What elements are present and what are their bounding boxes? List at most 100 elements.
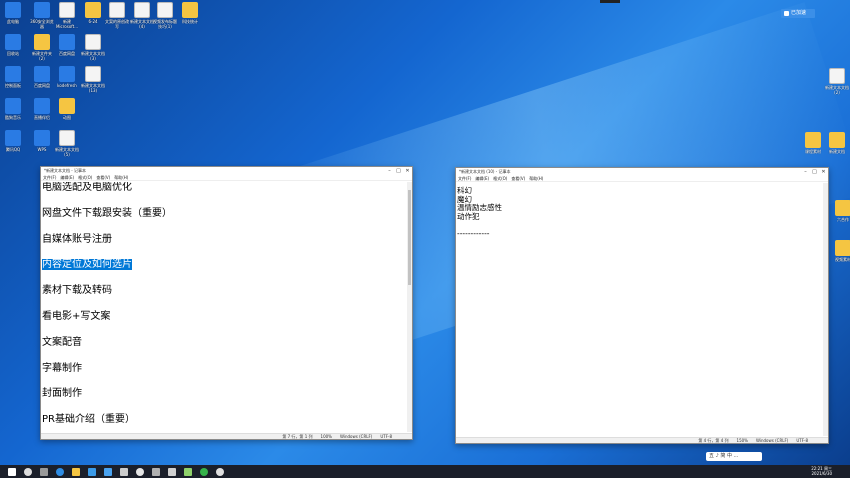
desktop-icon[interactable]: 新建文档 — [824, 132, 850, 154]
app-icon — [5, 2, 21, 18]
explorer-icon[interactable] — [72, 467, 80, 476]
desktop-icon[interactable]: 6-24 — [80, 2, 106, 24]
text-line: 封面制作 — [42, 388, 407, 414]
app-icon[interactable] — [184, 467, 192, 476]
desktop-icon[interactable]: 视频素材 — [830, 240, 850, 262]
menu-item[interactable]: 文件(F) — [458, 176, 471, 181]
desktop-icon[interactable]: 文案的原创改写 — [104, 2, 130, 29]
desktop-icon-label: 回收站 — [7, 51, 19, 56]
text-line: 电脑选配及电脑优化 — [42, 182, 407, 208]
system-clock[interactable]: 22:21 周三 2021/6/30 — [811, 466, 832, 476]
close-icon[interactable]: ✕ — [403, 168, 412, 174]
menu-item[interactable]: 查看(V) — [96, 175, 110, 180]
menu-item[interactable]: 文件(F) — [43, 175, 56, 180]
app-icon — [34, 98, 50, 114]
text-editor-area[interactable]: 科幻 魔幻 温情励志感性 动作犯 ------------ — [457, 183, 823, 436]
text-line: 动作犯 — [457, 211, 480, 221]
desktop-icon[interactable]: 新建文本文档 (2) — [824, 68, 850, 95]
desktop-icon[interactable]: 此电脑 — [0, 2, 26, 24]
desktop-icon-label: 文案的原创改写 — [105, 19, 129, 29]
desktop-icon[interactable]: 百度网盘 — [54, 34, 80, 56]
desktop-icon[interactable]: 新建文本文档 (5) — [54, 130, 80, 157]
maximize-icon[interactable]: □ — [810, 169, 819, 175]
text-line: 字幕制作 — [42, 363, 407, 389]
minimize-icon[interactable]: – — [801, 169, 810, 175]
document-icon — [85, 34, 101, 50]
desktop-icon[interactable]: 科技统计 — [177, 2, 203, 24]
desktop-icon-label: 新建文本文档 (5) — [55, 147, 79, 157]
text-line: PR基础介绍（重要） — [42, 414, 407, 432]
menu-item[interactable]: 帮助(H) — [529, 176, 543, 181]
notepad-window-left[interactable]: *新建文本文档 - 记事本 – □ ✕ 文件(F) 编辑(E) 格式(O) 查看(V)… — [40, 166, 413, 440]
app-icon — [59, 66, 75, 82]
desktop-icon[interactable]: 控制面板 — [0, 66, 26, 88]
desktop-icon[interactable]: 新建文件夹 (2) — [29, 34, 55, 61]
text-editor-area[interactable]: 电脑选配及电脑优化 网盘文件下载跟安装（重要） 自媒体账号注册 内容定位及如何选片 素材… — [42, 182, 407, 432]
desktop-icon[interactable]: 新建文本文档 (3) — [80, 34, 106, 61]
folder-icon — [85, 2, 101, 18]
desktop-icon[interactable]: WPS — [29, 130, 55, 152]
status-field: Windows (CRLF) — [339, 434, 373, 439]
desktop-icon[interactable]: 百度网盘 — [29, 66, 55, 88]
text-line: 内容定位及如何选片 — [42, 259, 407, 285]
desktop-icon[interactable]: 酷狗音乐 — [0, 98, 26, 120]
titlebar[interactable]: *新建文本文档 (10) - 记事本 – □ ✕ — [456, 168, 828, 176]
document-icon — [59, 130, 75, 146]
menu-item[interactable]: 查看(V) — [511, 176, 525, 181]
app-icon[interactable] — [216, 467, 224, 476]
menubar: 文件(F) 编辑(E) 格式(O) 查看(V) 帮助(H) — [41, 175, 412, 181]
desktop-icon[interactable]: 六合作 — [830, 200, 850, 222]
desktop-icon[interactable]: 360安全浏览器 — [29, 2, 55, 29]
menu-item[interactable]: 格式(O) — [78, 175, 92, 180]
menu-item[interactable]: 编辑(E) — [60, 175, 74, 180]
notepad-icon[interactable] — [168, 467, 176, 476]
desktop-icon[interactable]: 直播伴侣 — [29, 98, 55, 120]
vertical-scrollbar[interactable] — [407, 182, 412, 432]
menu-item[interactable]: 格式(O) — [493, 176, 507, 181]
notepad-icon[interactable] — [120, 467, 128, 476]
document-icon — [85, 66, 101, 82]
titlebar[interactable]: *新建文本文档 - 记事本 – □ ✕ — [41, 167, 412, 175]
menu-item[interactable]: 编辑(E) — [475, 176, 489, 181]
status-field: 150% — [736, 438, 748, 443]
app-icon[interactable] — [88, 467, 96, 476]
desktop-icon[interactable]: 新建文本文档 (13) — [80, 66, 106, 93]
status-field: UTF-8 — [380, 434, 392, 439]
folder-icon — [34, 34, 50, 50]
close-icon[interactable]: ✕ — [819, 169, 828, 175]
desktop-icon-label: 360安全浏览器 — [30, 19, 54, 29]
search-icon[interactable] — [24, 467, 32, 476]
vertical-scrollbar[interactable] — [823, 183, 828, 436]
edge-icon[interactable] — [56, 467, 64, 476]
minimize-icon[interactable]: – — [385, 168, 394, 174]
maximize-icon[interactable]: □ — [394, 168, 403, 174]
task-view-icon[interactable] — [40, 467, 48, 476]
line-text: 素材下载及转码 — [42, 285, 112, 297]
app-icon[interactable] — [104, 467, 112, 476]
desktop-icon-label: 百度网盘 — [34, 83, 50, 88]
ime-toolbar[interactable]: 五 ♪ 简 中 ... — [706, 452, 762, 461]
notepad-window-right[interactable]: *新建文本文档 (10) - 记事本 – □ ✕ 文件(F) 编辑(E) 格式(O)… — [455, 167, 829, 444]
desktop-icon[interactable]: 动图 — [54, 98, 80, 120]
folder-icon — [182, 2, 198, 18]
app-icon[interactable] — [152, 467, 160, 476]
app-icon[interactable] — [200, 467, 208, 476]
text-line: 自媒体账号注册 — [42, 234, 407, 260]
desktop-icon[interactable]: kodefresh — [54, 66, 80, 88]
desktop-icon[interactable]: 腾讯QQ — [0, 130, 26, 152]
status-field: UTF-8 — [796, 438, 808, 443]
start-icon[interactable] — [8, 467, 16, 476]
scroll-thumb[interactable] — [408, 190, 411, 285]
text-line: 文案配音 — [42, 337, 407, 363]
menu-item[interactable]: 帮助(H) — [114, 175, 128, 180]
desktop-icon[interactable]: 课程素材 — [800, 132, 826, 154]
browser-icon[interactable] — [136, 467, 144, 476]
accelerate-badge[interactable]: 已加速 — [781, 9, 815, 18]
desktop-icon[interactable]: 视频发布标题技巧(1) — [152, 2, 178, 29]
app-icon — [5, 130, 21, 146]
desktop-icon[interactable]: 新建 Microsoft... — [54, 2, 80, 29]
desktop-icon[interactable]: 回收站 — [0, 34, 26, 56]
desktop-icon-label: 6-24 — [88, 19, 98, 24]
desktop-icon-label: 酷狗音乐 — [5, 115, 21, 120]
folder-icon — [835, 200, 850, 216]
